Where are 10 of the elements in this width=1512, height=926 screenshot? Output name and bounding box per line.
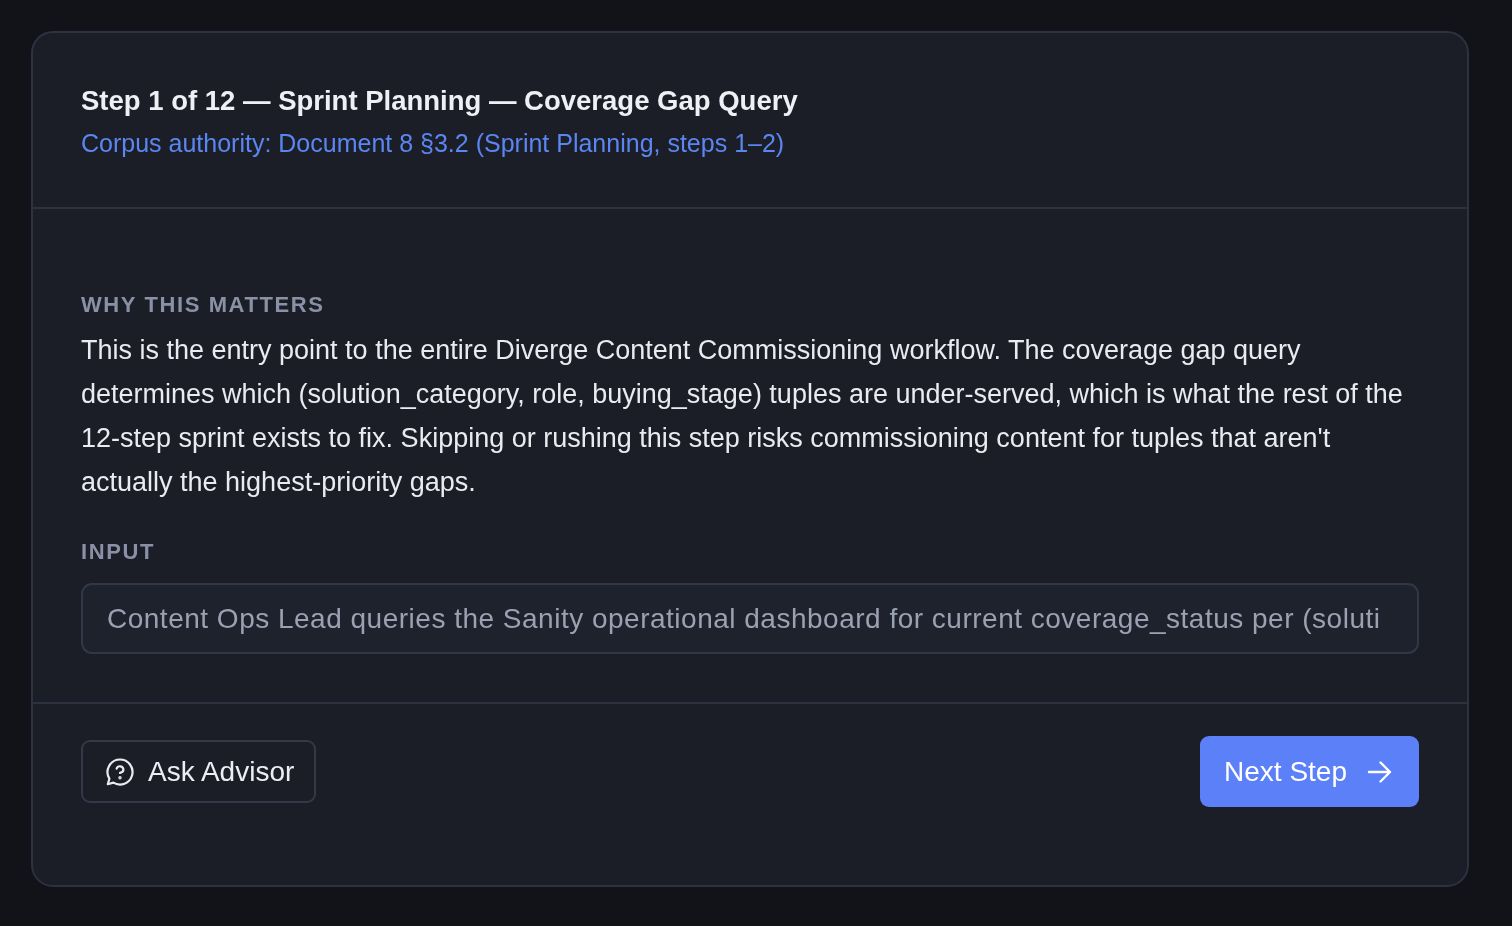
arrow-right-icon bbox=[1367, 758, 1393, 785]
section-label: WHY THIS MATTERS bbox=[81, 291, 326, 319]
step-title: Step 1 of 12 — Sprint Planning — Coverage Gap Query bbox=[81, 84, 799, 118]
next-step-button[interactable]: Next Step bbox=[1200, 736, 1419, 807]
section-label: INPUT bbox=[81, 538, 156, 566]
input-field[interactable]: Content Ops Lead queries the Sanity operational dashboard for current coverage_status per (soluti bbox=[81, 583, 1419, 654]
ask-advisor-button[interactable]: Ask Advisor bbox=[81, 740, 317, 803]
question-bubble-icon bbox=[105, 756, 135, 787]
rationale-paragraph: This is the entry point to the entire Diverge Content Commissioning workflow. The coverage gap query determines which (solution_category, role, buying_stage) tuples are under-served, which is what the rest of the 12-step sprint exists to fix. Skipping or rushing this step risks commissioning content for tuples that aren't actually the highest-priority gaps. bbox=[81, 334, 1404, 499]
corpus-authority-link[interactable]: Corpus authority: Document 8 §3.2 (Sprint Planning, steps 1–2) bbox=[81, 127, 785, 159]
